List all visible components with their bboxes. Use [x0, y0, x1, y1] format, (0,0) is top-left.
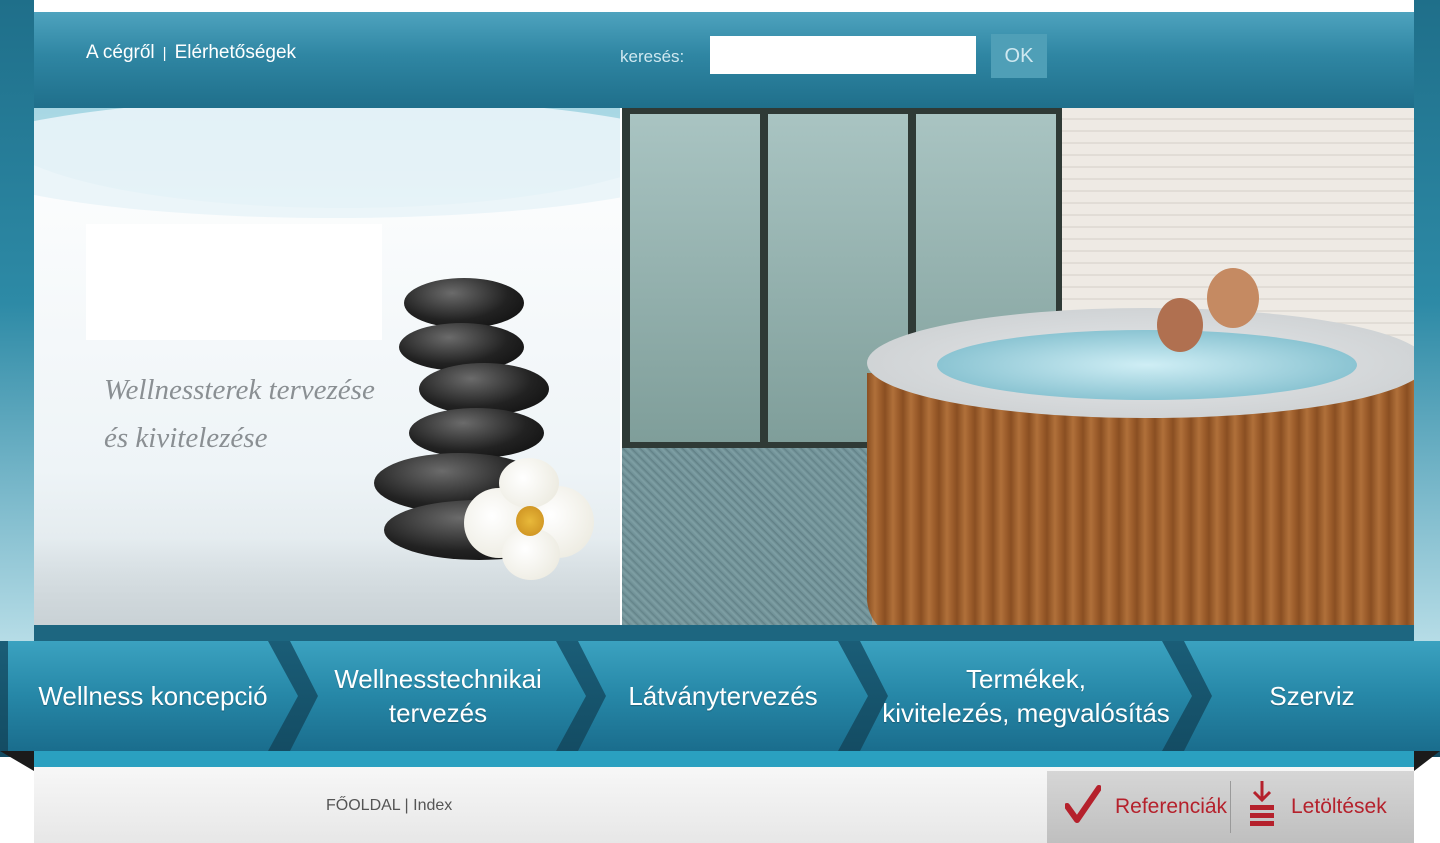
checkmark-icon — [1064, 784, 1102, 830]
decorative-wave-highlight — [34, 108, 620, 218]
hot-tub — [867, 268, 1414, 625]
nav-wellness-concept-label: Wellness koncepció — [38, 681, 268, 711]
hero-left-panel: Wellnessterek tervezése és kivitelezése — [34, 108, 620, 625]
footer-separator — [1230, 781, 1231, 833]
nav-label-line: Termékek, — [966, 664, 1086, 694]
nav-bottom-strip — [34, 751, 1414, 767]
nav-label-line: tervezés — [388, 698, 488, 728]
nav-label-line: Wellnesstechnikai — [334, 664, 542, 694]
top-bar: A cégről | Elérhetőségek keresés: OK — [34, 12, 1414, 108]
hot-tub-water — [937, 330, 1357, 400]
nav-visualization-label: Látványtervezés — [628, 681, 818, 711]
footer-actions: Referenciák Letöltések — [1047, 771, 1414, 843]
hero-tagline: Wellnessterek tervezése és kivitelezése — [104, 366, 375, 462]
orchid-flower-image — [464, 458, 594, 580]
nav-label-line: kivitelezés, megvalósítás — [882, 698, 1170, 728]
nav-service[interactable]: Szerviz — [1184, 641, 1440, 751]
nav-wellness-concept[interactable]: Wellness koncepció — [8, 641, 298, 751]
references-button[interactable]: Referenciák — [1064, 771, 1228, 843]
breadcrumb-separator: | — [404, 797, 409, 814]
nav-wellness-technical-design[interactable]: Wellnesstechnikai tervezés — [290, 641, 586, 751]
downloads-button[interactable]: Letöltések — [1247, 771, 1387, 843]
hero-bottom-strip — [34, 625, 1414, 641]
main-navigation: Wellness koncepció Wellnesstechnikai terv… — [0, 641, 1440, 757]
hero-tagline-line1: Wellnessterek tervezése — [104, 374, 375, 406]
breadcrumb-home[interactable]: FŐOLDAL — [326, 797, 400, 814]
nav-visualization[interactable]: Látványtervezés — [578, 641, 868, 751]
person-man — [1207, 268, 1259, 328]
breadcrumb-current: Index — [413, 797, 453, 814]
stone — [409, 408, 544, 458]
logo-placeholder — [86, 224, 382, 340]
stone — [404, 278, 524, 328]
nav-products-implementation[interactable]: Termékek, kivitelezés, megvalósítás — [860, 641, 1192, 751]
nav-products-implementation-label: Termékek, kivitelezés, megvalósítás — [882, 662, 1170, 730]
hero-banner: Wellnessterek tervezése és kivitelezése — [34, 108, 1414, 625]
nav-corner-left — [0, 751, 34, 771]
nav-service-label: Szerviz — [1269, 681, 1355, 711]
hot-tub-photo — [622, 108, 1414, 625]
download-icon — [1247, 779, 1277, 835]
footer: FŐOLDAL | Index Referenciák Letöltések — [34, 767, 1414, 843]
hero-tagline-line2: és kivitelezése — [104, 422, 268, 454]
photo-pool-mosaic — [622, 448, 872, 625]
top-links-separator: | — [162, 45, 167, 62]
downloads-label: Letöltések — [1291, 795, 1387, 818]
link-about[interactable]: A cégről — [86, 42, 155, 63]
search-input[interactable] — [710, 36, 976, 74]
nav-wellness-technical-design-label: Wellnesstechnikai tervezés — [334, 662, 542, 730]
search-ok-button[interactable]: OK — [991, 34, 1047, 78]
link-contact[interactable]: Elérhetőségek — [175, 42, 296, 63]
orchid-center — [516, 506, 544, 536]
breadcrumb: FŐOLDAL | Index — [326, 797, 452, 815]
window-pane — [630, 114, 760, 442]
top-links: A cégről | Elérhetőségek — [86, 42, 296, 64]
references-label: Referenciák — [1115, 795, 1228, 818]
orchid-petal — [499, 458, 559, 508]
search-label: keresés: — [620, 47, 685, 66]
person-woman — [1157, 298, 1203, 352]
nav-corner-right — [1414, 751, 1440, 771]
